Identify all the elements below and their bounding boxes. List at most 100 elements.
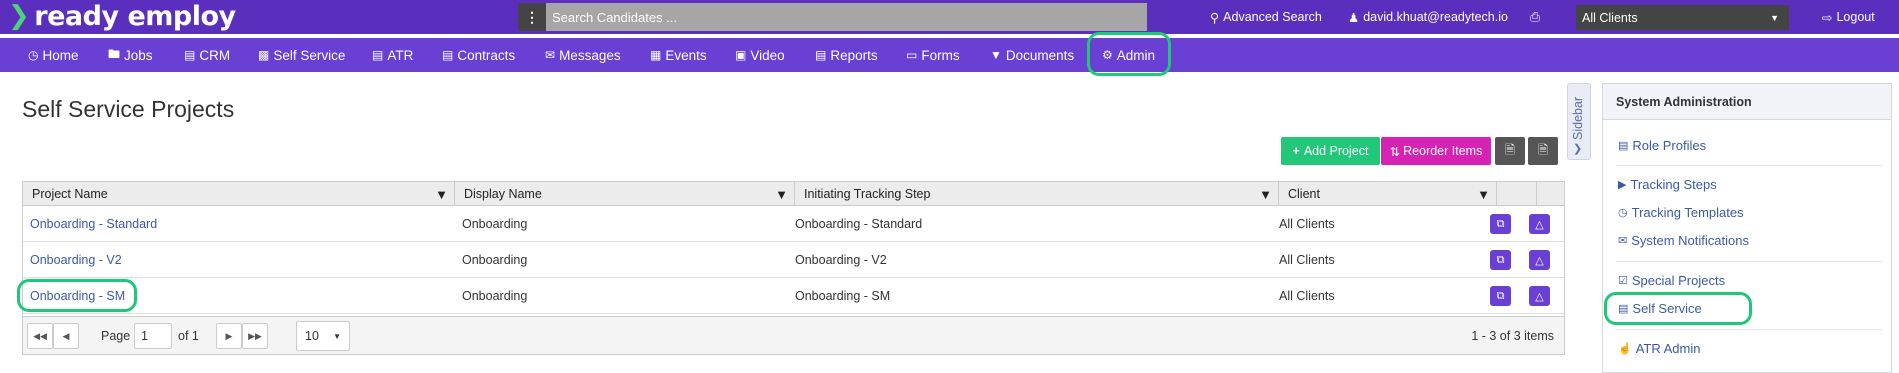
projects-grid: Project Name ▼ Display Name ▼ Initiating T…	[22, 181, 1565, 355]
reorder-items-label: Reorder Items	[1403, 144, 1483, 158]
project-name-link[interactable]: Onboarding - Standard	[23, 206, 157, 242]
delete-icon[interactable]: △	[1529, 250, 1550, 270]
sidebar-item-atr-admin[interactable]: ☝ ATR Admin	[1618, 338, 1700, 358]
sidebar-toggle[interactable]: Sidebar ❯	[1567, 83, 1591, 160]
sidebar-item-special-projects[interactable]: ☑ Special Projects	[1618, 270, 1725, 290]
sidebar-item-label: ATR Admin	[1635, 340, 1701, 356]
client-select[interactable]: All Clients ▼	[1576, 5, 1789, 30]
first-page-icon[interactable]: ◀◀	[27, 323, 53, 349]
app-logo[interactable]: ❯ ready employ	[8, 0, 236, 32]
column-label: Initiating Tracking Step	[804, 187, 931, 201]
pdf-file-icon: 🗎	[1537, 142, 1549, 157]
nav-atr[interactable]: ▤ ATR	[372, 38, 413, 72]
sidebar-item-role-profiles[interactable]: ▤ Role Profiles	[1618, 135, 1706, 155]
next-page-icon[interactable]: ▶	[216, 323, 242, 349]
page-count: of 1	[178, 329, 199, 343]
sidebar-tab-label: Sidebar	[1571, 96, 1585, 140]
nav-crm[interactable]: ▤ CRM	[184, 38, 230, 72]
nav-video[interactable]: ▣ Video	[735, 38, 785, 72]
export-pdf-button[interactable]: 🗎	[1528, 137, 1558, 165]
grid-header: Project Name ▼ Display Name ▼ Initiating T…	[23, 182, 1564, 206]
nav-messages[interactable]: ✉ Messages	[545, 38, 621, 72]
nav-admin-label: Admin	[1116, 47, 1156, 63]
copy-icon[interactable]: ⧉	[1490, 286, 1511, 306]
briefcase-icon: ▤	[184, 48, 196, 62]
sidebar-item-tracking-templates[interactable]: ◷ Tracking Templates	[1618, 202, 1744, 222]
column-header-client[interactable]: Client ▼	[1279, 182, 1497, 206]
reorder-icon: ⇅	[1389, 144, 1401, 159]
filter-icon[interactable]: ▼	[1259, 187, 1272, 202]
table-row: Onboarding - Standard Onboarding Onboard…	[23, 206, 1564, 242]
excel-file-icon: 🗎	[1504, 142, 1516, 157]
tracking-step-cell: Onboarding - SM	[795, 289, 891, 303]
nav-home-label: Home	[42, 47, 79, 63]
nav-home[interactable]: ◷ Home	[28, 38, 79, 72]
logout-label: Logout	[1836, 10, 1875, 24]
copy-icon[interactable]: ⧉	[1490, 214, 1511, 234]
main-nav: ◷ Home 🖿 Jobs ▤ CRM ▩ Self Service ▤ ATR ▤ Con…	[0, 38, 1899, 72]
display-name-cell: Onboarding	[462, 289, 528, 303]
folder-icon: 🖿	[108, 46, 121, 61]
add-project-button[interactable]: + Add Project	[1281, 137, 1380, 165]
logo-chevron-icon: ❯	[8, 1, 30, 31]
nav-jobs[interactable]: 🖿 Jobs	[108, 38, 153, 72]
user-menu[interactable]: ♟ david.khuat@readytech.io	[1348, 0, 1508, 34]
column-header-tracking-step[interactable]: Initiating Tracking Step ▼	[795, 182, 1279, 206]
display-name-cell: Onboarding	[462, 217, 528, 231]
sidebar-item-label: Tracking Steps	[1630, 176, 1717, 192]
user-email: david.khuat@readytech.io	[1363, 10, 1508, 24]
system-administration-panel: System Administration ▤ Role Profiles ▶ Tr…	[1602, 83, 1892, 373]
column-label: Project Name	[32, 187, 108, 201]
contract-icon: ▤	[442, 48, 454, 62]
list-icon: ▤	[372, 48, 384, 62]
check-square-icon: ☑	[1618, 274, 1628, 287]
page-size-select[interactable]: 10 ▼	[296, 321, 350, 351]
nav-forms[interactable]: ▭ Forms	[906, 38, 960, 72]
sidebar-item-label: Special Projects	[1631, 272, 1726, 288]
nav-atr-label: ATR	[387, 47, 414, 63]
nav-jobs-label: Jobs	[124, 47, 153, 63]
delete-icon[interactable]: △	[1529, 286, 1550, 306]
column-label: Client	[1288, 187, 1320, 201]
nav-documents[interactable]: ▼ Documents	[990, 38, 1074, 72]
nav-messages-label: Messages	[559, 47, 621, 63]
advanced-search-link[interactable]: ⚲ Advanced Search	[1210, 0, 1322, 34]
column-header-display-name[interactable]: Display Name ▼	[455, 182, 795, 206]
last-page-icon[interactable]: ▶▶	[242, 323, 268, 349]
filter-icon[interactable]: ▼	[775, 187, 788, 202]
caret-down-icon: ▼	[1770, 12, 1779, 23]
report-icon: ▤	[815, 48, 827, 62]
nav-events[interactable]: ▦ Events	[650, 38, 707, 72]
panel-title: System Administration	[1603, 84, 1891, 120]
filter-icon[interactable]: ▼	[435, 187, 448, 202]
logout-link[interactable]: ⇨ Logout	[1822, 0, 1875, 34]
delete-icon[interactable]: △	[1529, 214, 1550, 234]
search-options-icon[interactable]: ⋮	[518, 3, 546, 31]
print-button[interactable]: ⎙	[1530, 0, 1540, 34]
filter-icon[interactable]: ▼	[1477, 187, 1490, 202]
search-input[interactable]	[546, 3, 1147, 31]
nav-reports[interactable]: ▤ Reports	[815, 38, 878, 72]
tracking-step-cell: Onboarding - V2	[795, 253, 887, 267]
project-name-link[interactable]: Onboarding - SM	[23, 278, 125, 314]
plus-icon: +	[1292, 144, 1300, 158]
page-label: Page	[101, 329, 131, 343]
project-name-link[interactable]: Onboarding - V2	[23, 242, 122, 278]
nav-documents-label: Documents	[1005, 47, 1075, 63]
page-number-input[interactable]: 1	[134, 323, 172, 349]
envelope-icon: ✉	[1618, 234, 1628, 247]
sidebar-item-system-notifications[interactable]: ✉ System Notifications	[1618, 230, 1749, 250]
prev-page-icon[interactable]: ◀	[53, 323, 79, 349]
nav-video-label: Video	[750, 47, 785, 63]
table-row: Onboarding - V2 Onboarding Onboarding - …	[23, 242, 1564, 278]
sidebar-item-self-service[interactable]: ▤ Self Service	[1618, 298, 1702, 318]
reorder-items-button[interactable]: ⇅ Reorder Items	[1381, 137, 1491, 165]
export-excel-button[interactable]: 🗎	[1495, 137, 1525, 165]
sidebar-item-tracking-steps[interactable]: ▶ Tracking Steps	[1618, 174, 1717, 194]
nav-contracts[interactable]: ▤ Contracts	[442, 38, 515, 72]
file-icon: ▭	[906, 48, 918, 62]
column-header-project-name[interactable]: Project Name ▼	[23, 182, 455, 206]
copy-icon[interactable]: ⧉	[1490, 250, 1511, 270]
nav-admin[interactable]: ⚙ Admin	[1102, 38, 1155, 72]
nav-self-service[interactable]: ▩ Self Service	[258, 38, 345, 72]
